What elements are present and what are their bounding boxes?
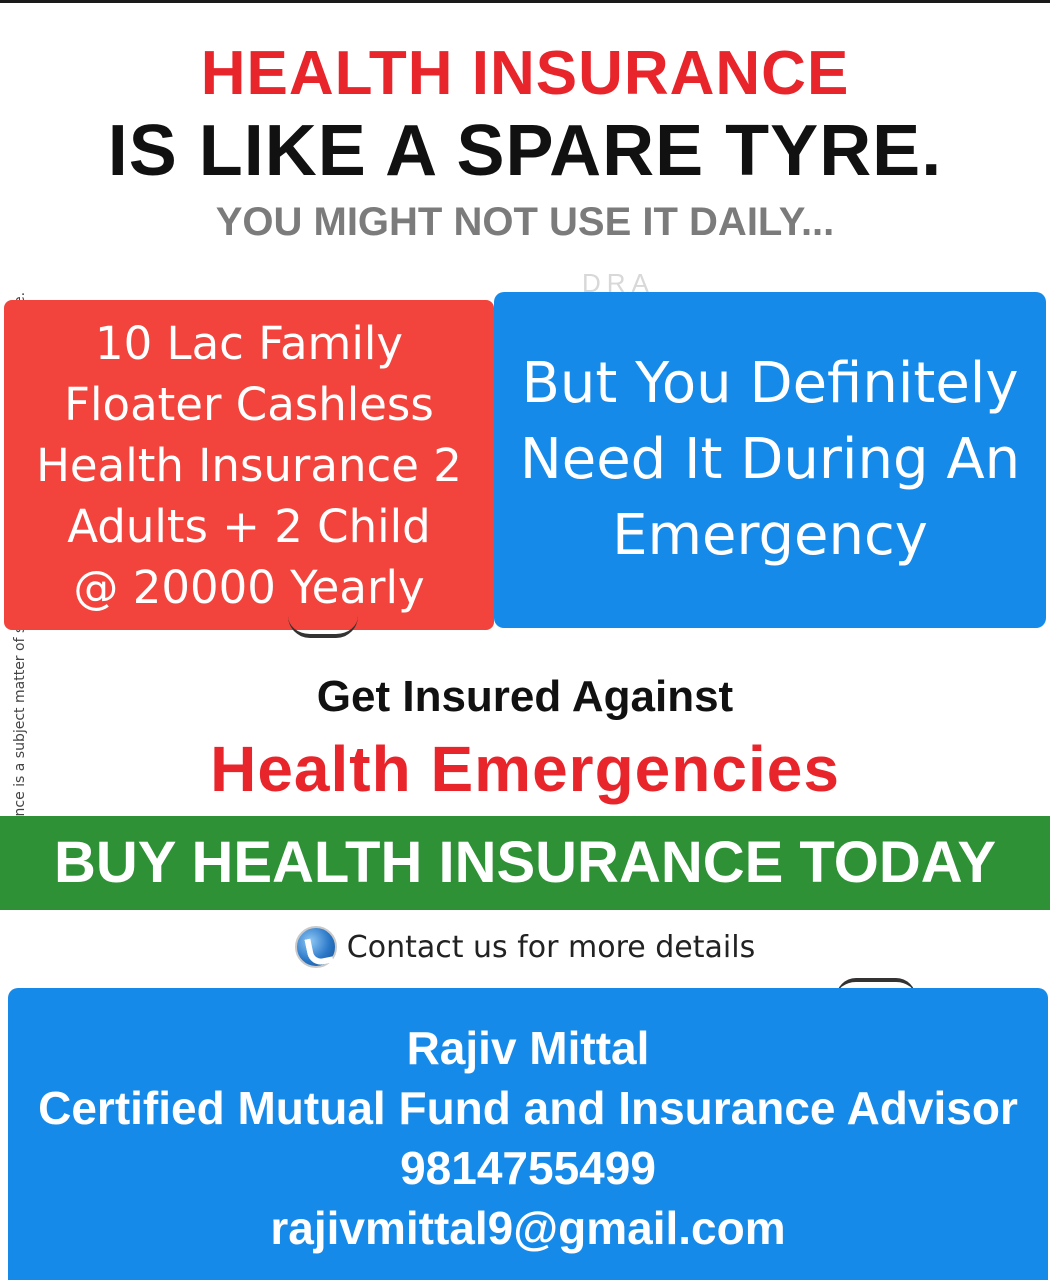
offer-card: 10 Lac Family Floater Cashless Health In…	[4, 300, 494, 630]
advisor-title: Certified Mutual Fund and Insurance Advi…	[38, 1082, 1018, 1134]
contact-text: Contact us for more details	[346, 929, 756, 965]
emergency-line: But You Definitely	[521, 351, 1019, 416]
decorative-arc	[288, 616, 358, 638]
tagline-health-emergencies: Health Emergencies	[210, 733, 840, 805]
advisor-email: rajivmittal9@gmail.com	[270, 1202, 786, 1254]
phone-icon	[294, 926, 337, 968]
offer-line: 10 Lac Family	[94, 316, 404, 370]
emergency-line: Emergency	[612, 503, 928, 568]
advisor-panel: Rajiv Mittal Certified Mutual Fund and I…	[8, 988, 1048, 1280]
offer-line: Floater Cashless	[64, 377, 434, 431]
tagline-get-insured: Get Insured Against	[316, 672, 734, 721]
top-divider	[0, 0, 1050, 3]
contact-row: Contact us for more details	[0, 924, 1050, 970]
offer-card-text: 10 Lac Family Floater Cashless Health In…	[36, 313, 462, 618]
advisor-name: Rajiv Mittal	[406, 1022, 650, 1074]
emergency-line: Need It During An	[519, 427, 1021, 492]
offer-line: @ 20000 Yearly	[73, 560, 425, 614]
offer-line: Adults + 2 Child	[67, 499, 431, 553]
offer-line: Health Insurance 2	[36, 438, 462, 492]
cta-band: BUY HEALTH INSURANCE TODAY	[0, 816, 1050, 910]
headline-health-insurance: HEALTH INSURANCE	[200, 39, 850, 108]
headline-spare-tyre: IS LIKE A SPARE TYRE.	[107, 111, 943, 191]
emergency-card-text: But You Definitely Need It During An Eme…	[520, 346, 1020, 574]
advisor-phone: 9814755499	[400, 1142, 656, 1194]
subheadline: YOU MIGHT NOT USE IT DAILY...	[215, 200, 835, 244]
emergency-card: But You Definitely Need It During An Eme…	[494, 292, 1046, 628]
